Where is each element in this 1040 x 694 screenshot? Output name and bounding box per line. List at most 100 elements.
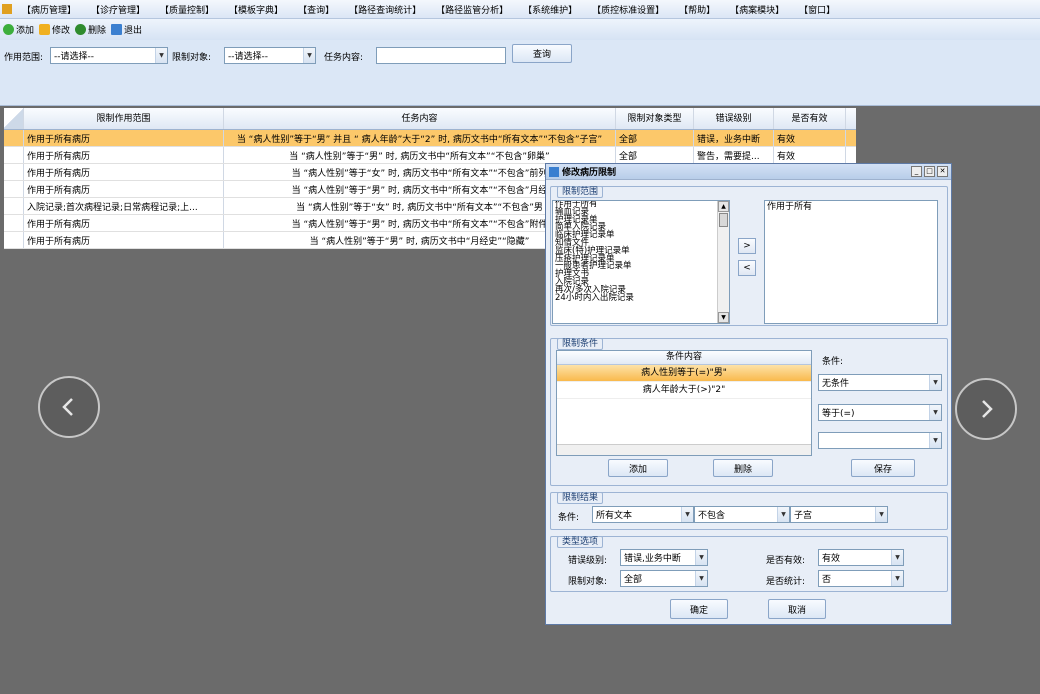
table-row[interactable]: 病人年龄大于(>)"2" (557, 382, 811, 399)
add-condition-button[interactable]: 添加 (608, 459, 668, 477)
exit-label: 退出 (124, 26, 143, 36)
save-condition-button[interactable]: 保存 (851, 459, 915, 477)
scope-list-scrollbar[interactable]: ▲ ▼ (717, 201, 729, 323)
dialog-titlebar[interactable]: 修改病历限制 _ □ ✕ (546, 164, 951, 180)
chevron-down-icon: ▼ (891, 571, 903, 586)
delete-icon (75, 24, 87, 35)
scroll-up-icon[interactable]: ▲ (718, 201, 729, 212)
condition-operator-value: 等于(=) (822, 409, 855, 419)
minimize-icon[interactable]: _ (911, 166, 922, 177)
ok-button[interactable]: 确定 (670, 599, 728, 619)
delete-condition-button[interactable]: 删除 (713, 459, 773, 477)
col-header-scope[interactable]: 限制作用范围 (24, 108, 224, 129)
scroll-thumb[interactable] (719, 213, 728, 227)
restrict-target-select[interactable]: 全部 ▼ (620, 570, 708, 587)
delete-label: 删除 (88, 26, 107, 36)
menu-item-template[interactable]: 【模板字典】 (229, 3, 283, 16)
move-right-button[interactable]: > (738, 238, 756, 254)
available-scope-list[interactable]: 作用于所有 输血记录 护理记录单 简单入院记录 临床护理记录单 知情文件 监床(… (552, 200, 730, 324)
chevron-right-icon (982, 400, 993, 418)
menu-item-system[interactable]: 【系统维护】 (523, 3, 577, 16)
condition-value-select[interactable]: ▼ (818, 432, 942, 449)
cell-error-level: 错误，业务中断 (694, 130, 774, 146)
stat-value: 否 (822, 575, 832, 585)
menu-item-emr[interactable]: 【病历管理】 (22, 3, 76, 16)
condition-grid-scrollbar[interactable] (557, 444, 811, 455)
table-row[interactable]: 作用于所有病历 当 “病人性别”等于“男” 并且 “ 病人年龄”大于“2” 时,… (4, 130, 856, 147)
cell-scope: 作用于所有病历 (24, 232, 224, 248)
col-header-valid[interactable]: 是否有效 (774, 108, 846, 129)
type-options-group-label: 类型选项 (557, 536, 604, 548)
chevron-down-icon: ▼ (875, 507, 887, 522)
result-value-select[interactable]: 子宫 ▼ (790, 506, 888, 523)
menu-item-query[interactable]: 【查询】 (298, 3, 334, 16)
stat-select[interactable]: 否 ▼ (818, 570, 904, 587)
condition-group-label: 限制条件 (557, 338, 604, 350)
menu-item-window[interactable]: 【窗口】 (799, 3, 835, 16)
condition-logic-select[interactable]: 无条件 ▼ (818, 374, 942, 391)
exit-icon (111, 24, 123, 35)
col-header-error-level[interactable]: 错误级别 (694, 108, 774, 129)
list-item[interactable]: 24小时内入出院记录 (553, 293, 729, 303)
add-button[interactable]: 添加 (3, 23, 34, 36)
selected-scope-list[interactable]: 作用于所有 (764, 200, 938, 324)
cell-scope: 作用于所有病历 (24, 147, 224, 163)
delete-button[interactable]: 删除 (75, 23, 106, 36)
next-button[interactable] (955, 378, 1017, 440)
target-filter-value: --请选择-- (228, 52, 268, 62)
menu-bar: 【病历管理】 【诊疗管理】 【质量控制】 【模板字典】 【查询】 【路径查询统计… (0, 0, 1040, 19)
row-header (4, 232, 24, 248)
cell-scope: 作用于所有病历 (24, 130, 224, 146)
menu-item-case[interactable]: 【病案模块】 (730, 3, 784, 16)
scroll-down-icon[interactable]: ▼ (718, 312, 729, 323)
error-level-select[interactable]: 错误,业务中断 ▼ (620, 549, 708, 566)
maximize-icon[interactable]: □ (924, 166, 935, 177)
task-filter-label: 任务内容: (324, 53, 364, 63)
valid-select[interactable]: 有效 ▼ (818, 549, 904, 566)
valid-value: 有效 (822, 554, 841, 564)
list-item[interactable]: 作用于所有 (765, 201, 937, 213)
row-header (4, 130, 24, 146)
menu-item-quality[interactable]: 【质量控制】 (160, 3, 214, 16)
chevron-down-icon: ▼ (695, 550, 707, 565)
add-icon (3, 24, 14, 35)
edit-label: 修改 (52, 26, 71, 36)
task-filter-input[interactable] (376, 47, 506, 64)
table-row[interactable]: 作用于所有病历 当 “病人性别”等于“男” 时, 病历文书中“所有文本”“不包含… (4, 147, 856, 164)
cell-target-type: 全部 (616, 147, 694, 163)
condition-label: 条件: (822, 357, 844, 367)
previous-button[interactable] (38, 376, 100, 438)
col-header-target-type[interactable]: 限制对象类型 (616, 108, 694, 129)
target-filter-label: 限制对象: (172, 53, 212, 63)
exit-button[interactable]: 退出 (111, 23, 142, 36)
menu-item-help[interactable]: 【帮助】 (679, 3, 715, 16)
condition-grid-header[interactable]: 条件内容 (557, 351, 811, 365)
query-button[interactable]: 查询 (512, 44, 572, 63)
chevron-down-icon: ▼ (695, 571, 707, 586)
cancel-button[interactable]: 取消 (768, 599, 826, 619)
result-field-select[interactable]: 所有文本 ▼ (592, 506, 694, 523)
menu-item-qc-standard[interactable]: 【质控标准设置】 (592, 3, 664, 16)
condition-operator-select[interactable]: 等于(=) ▼ (818, 404, 942, 421)
menu-item-path-analysis[interactable]: 【路径监管分析】 (436, 3, 508, 16)
result-operator-select[interactable]: 不包含 ▼ (694, 506, 790, 523)
edit-button[interactable]: 修改 (39, 23, 70, 36)
cell-scope: 作用于所有病历 (24, 215, 224, 231)
row-header (4, 164, 24, 180)
select-all-corner[interactable] (4, 108, 24, 129)
target-filter-select[interactable]: --请选择-- ▼ (224, 47, 316, 64)
table-row[interactable]: 病人性别等于(=)"男" (557, 365, 811, 382)
move-left-button[interactable]: < (738, 260, 756, 276)
menu-item-path-stats[interactable]: 【路径查询统计】 (349, 3, 421, 16)
grid-header: 限制作用范围 任务内容 限制对象类型 错误级别 是否有效 (4, 108, 856, 130)
close-icon[interactable]: ✕ (937, 166, 948, 177)
chevron-left-icon (62, 398, 73, 416)
scope-filter-select[interactable]: --请选择-- ▼ (50, 47, 168, 64)
chevron-down-icon: ▼ (681, 507, 693, 522)
cell-scope: 作用于所有病历 (24, 181, 224, 197)
scope-group-label: 限制范围 (557, 186, 604, 198)
col-header-task[interactable]: 任务内容 (224, 108, 616, 129)
error-level-label: 错误级别: (568, 556, 608, 566)
menu-item-treatment[interactable]: 【诊疗管理】 (91, 3, 145, 16)
error-level-value: 错误,业务中断 (624, 554, 681, 564)
